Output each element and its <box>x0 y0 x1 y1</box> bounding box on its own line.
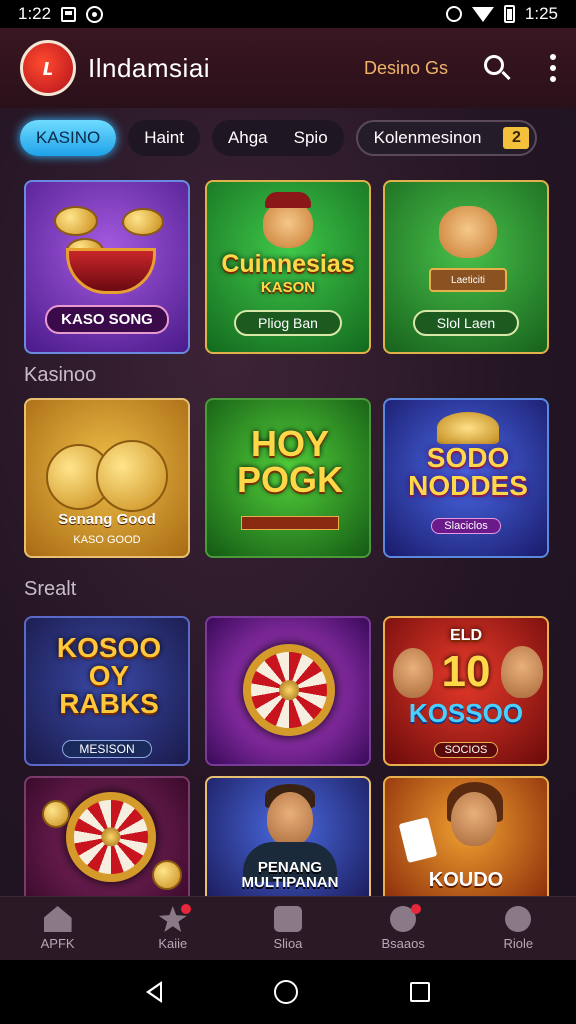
coin-decoration <box>54 206 98 236</box>
card-top-label: ELD <box>450 627 482 644</box>
game-card-rabks[interactable]: KOSOO OY RABKS MESISON <box>24 616 190 766</box>
tab-kolenmesinon[interactable]: Kolenmesinon 2 <box>355 120 538 156</box>
person-face <box>267 792 313 846</box>
gallery-icon <box>61 6 77 22</box>
sync-icon <box>86 5 104 23</box>
game-card-hoy-pogk[interactable]: HOY POGK <box>205 398 371 558</box>
nav-label: APFK <box>40 936 75 951</box>
home-button-icon[interactable] <box>274 980 298 1004</box>
card-title: Senang Good <box>58 511 156 528</box>
search-icon[interactable] <box>484 55 511 81</box>
status-bar: 1:22 1:25 <box>0 0 576 28</box>
card-subtitle: Slaciclos <box>431 518 501 534</box>
game-card-sodo-noddes[interactable]: SODO NODDES Slaciclos <box>383 398 549 558</box>
game-card-koudo[interactable]: KOUDO <box>383 776 549 896</box>
treasure-chest <box>66 248 156 294</box>
card-subtitle: KASO SONG <box>45 305 169 334</box>
status-right: 1:25 <box>445 4 558 24</box>
game-card-kaso-song[interactable]: KASO SONG <box>24 180 190 354</box>
hat <box>265 192 311 208</box>
roulette-wheel <box>66 792 156 882</box>
sign-text: Laeticiti <box>451 274 485 286</box>
game-card-senang-good[interactable]: Senang Good KASO GOOD <box>24 398 190 558</box>
status-left: 1:22 <box>18 4 104 24</box>
card-subtitle: Slol Laen <box>412 310 520 336</box>
person-face <box>451 792 497 846</box>
game-card-cuinnesias[interactable]: Cuinnesias KASON Pliog Ban <box>205 180 371 354</box>
section-title-srealt: Srealt <box>24 578 77 600</box>
bottom-navigation: APFK Kaiie Slioa Bsaaos Riole <box>0 896 576 960</box>
card-subtitle: MESISON <box>62 740 152 758</box>
nav-label: Bsaaos <box>381 936 425 951</box>
card-title-secondary: KOSSOO <box>408 698 524 728</box>
tab-kolenmesinon-label: Kolenmesinon <box>373 128 482 147</box>
tab-spio-label: Spio <box>293 128 328 147</box>
system-navigation-bar <box>0 960 576 1024</box>
recent-apps-icon[interactable] <box>410 982 430 1002</box>
game-card-roulette-classic[interactable] <box>24 776 190 896</box>
roulette-wheel <box>243 644 335 736</box>
nav-item-apfk[interactable]: APFK <box>8 906 108 951</box>
shop-icon <box>273 906 302 932</box>
nav-label: Riole <box>503 936 534 951</box>
game-card-slol-laen[interactable]: Laeticiti Slol Laen <box>383 180 549 354</box>
nav-label: Slioa <box>273 936 303 951</box>
coin-decoration <box>96 440 168 512</box>
card-title: SODO NODDES <box>408 442 528 501</box>
app-title: Ilndamsiai <box>88 52 211 83</box>
dog-mascot <box>439 206 497 258</box>
sign-board: Laeticiti <box>429 268 507 292</box>
section-title-kasinoo: Kasinoo <box>24 364 97 386</box>
notification-dot <box>180 904 191 914</box>
notification-dot <box>411 904 422 914</box>
tab-kasino[interactable]: KASINO <box>20 120 117 156</box>
battery-icon <box>503 5 515 23</box>
card-title: PENANG MULTIPANAN <box>241 859 339 891</box>
main-content: KASINO Haint Ahga Spio Kolenmesinon 2 KA… <box>0 108 576 896</box>
playing-cards <box>398 816 438 864</box>
game-card-roulette[interactable] <box>205 616 371 766</box>
casino-link[interactable]: Desino Gs <box>364 58 448 79</box>
home-icon <box>43 906 72 932</box>
nav-label: Kaiie <box>158 936 188 951</box>
card-subtitle: KASO GOOD <box>73 534 141 546</box>
nav-item-bsaaos[interactable]: Bsaaos <box>353 904 453 951</box>
dome-top <box>437 412 499 444</box>
tab-ahga-spio[interactable]: Ahga Spio <box>211 120 344 156</box>
card-title: Cuinnesias <box>221 250 355 278</box>
coin-decoration <box>122 208 164 236</box>
banner-ribbon <box>241 516 339 530</box>
card-subtitle: SOCIOS <box>433 742 499 758</box>
nav-item-slioa[interactable]: Slioa <box>238 906 338 951</box>
app-logo[interactable]: ʟ <box>20 40 76 96</box>
card-title: HOY POGK <box>236 423 343 500</box>
tab-ahga-label: Ahga <box>227 128 268 147</box>
nav-item-riole[interactable]: Riole <box>468 906 568 951</box>
tab-haint[interactable]: Haint <box>128 120 200 156</box>
profile-icon <box>505 906 532 932</box>
game-card-penang-multipanan[interactable]: PENANG MULTIPANAN <box>205 776 371 896</box>
game-card-kossoo[interactable]: ELD 10 KOSSOO SOCIOS <box>383 616 549 766</box>
nav-item-kaiie[interactable]: Kaiie <box>123 904 223 951</box>
coin-decoration <box>152 860 182 890</box>
category-tabs: KASINO Haint Ahga Spio Kolenmesinon 2 <box>20 120 538 156</box>
tab-badge: 2 <box>503 127 530 149</box>
app-header: ʟ Ilndamsiai Desino Gs <box>0 28 576 108</box>
card-subtitle: Pliog Ban <box>234 310 342 336</box>
alarm-icon <box>445 6 462 22</box>
card-title: KOSOO OY RABKS <box>56 632 162 719</box>
more-options-icon[interactable] <box>550 54 556 82</box>
card-title: 10 <box>441 647 491 696</box>
card-title-secondary: KASON <box>260 279 316 296</box>
back-icon[interactable] <box>146 981 162 1003</box>
status-time-right: 1:25 <box>524 4 558 23</box>
coin-decoration <box>42 800 70 828</box>
status-time-left: 1:22 <box>18 4 52 23</box>
fox-mascot <box>263 202 313 248</box>
card-title: KOUDO <box>428 869 504 891</box>
wifi-icon <box>471 6 494 22</box>
logo-glyph: ʟ <box>42 54 54 81</box>
